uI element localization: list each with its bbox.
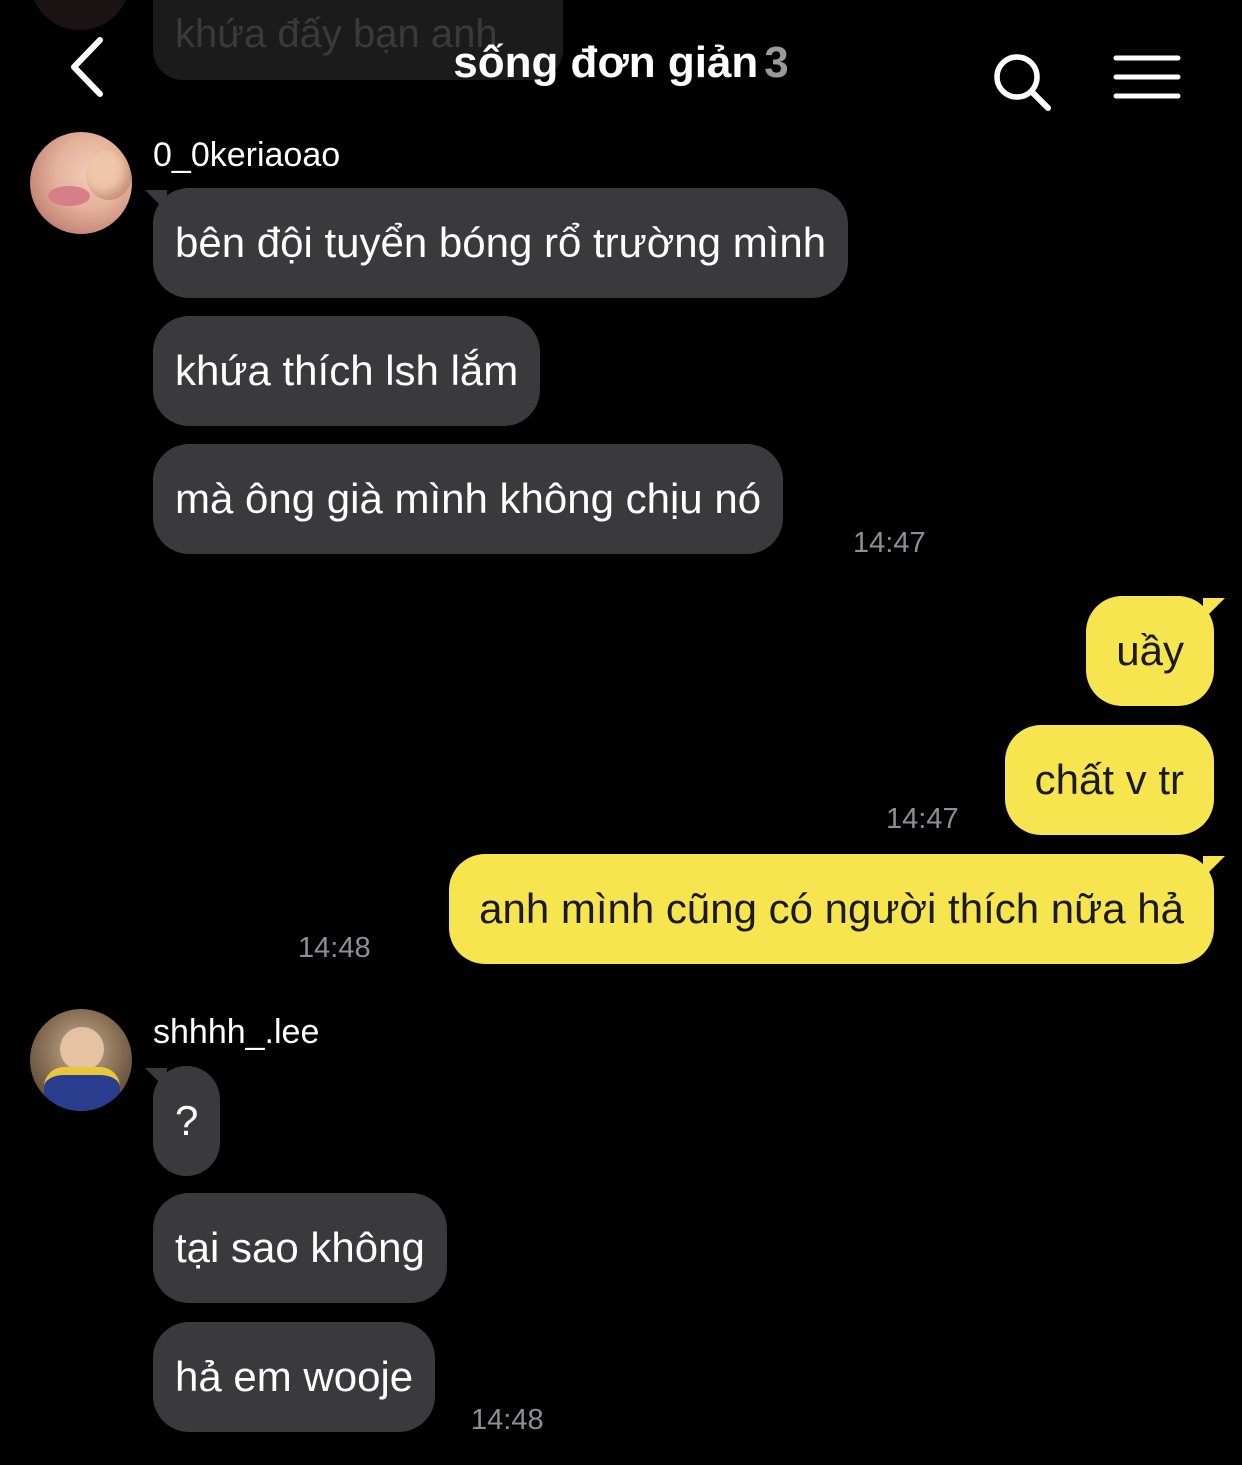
chat-title-text: sống đơn giản — [453, 38, 759, 87]
message-timestamp: 14:47 — [886, 803, 959, 835]
previous-sender-avatar — [30, 0, 130, 30]
avatar-photo-detail — [86, 150, 132, 200]
message-bubble[interactable]: tại sao không — [153, 1193, 447, 1303]
member-count: 3 — [764, 38, 789, 87]
chat-title: sống đơn giản 3 — [0, 38, 1242, 88]
message-timestamp: 14:48 — [471, 1404, 544, 1436]
message-timestamp: 14:47 — [853, 527, 926, 559]
avatar[interactable] — [30, 1009, 132, 1111]
avatar-photo-detail — [44, 1067, 120, 1111]
message-timestamp: 14:48 — [298, 932, 371, 964]
avatar-photo-detail — [60, 1027, 104, 1071]
sender-name[interactable]: shhhh_.lee — [153, 1013, 319, 1052]
search-button[interactable] — [990, 50, 1054, 114]
avatar[interactable] — [30, 132, 132, 234]
menu-button[interactable] — [1112, 50, 1182, 104]
message-bubble[interactable]: chất v tr — [1004, 725, 1214, 835]
message-bubble[interactable]: mà ông già mình không chịu nó — [153, 444, 784, 554]
message-bubble[interactable]: uầy — [1086, 596, 1214, 706]
menu-icon — [1113, 55, 1181, 99]
message-bubble[interactable]: hả em wooje — [153, 1322, 436, 1432]
message-bubble[interactable]: anh mình cũng có người thích nữa hả — [449, 854, 1214, 964]
message-bubble[interactable]: ? — [153, 1066, 221, 1176]
message-bubble[interactable]: bên đội tuyển bóng rổ trường mình — [153, 188, 849, 298]
sender-name[interactable]: 0_0keriaoao — [153, 136, 340, 175]
message-bubble[interactable]: khứa thích lsh lắm — [153, 316, 541, 426]
avatar-photo-detail — [48, 186, 90, 206]
search-icon — [994, 54, 1051, 111]
